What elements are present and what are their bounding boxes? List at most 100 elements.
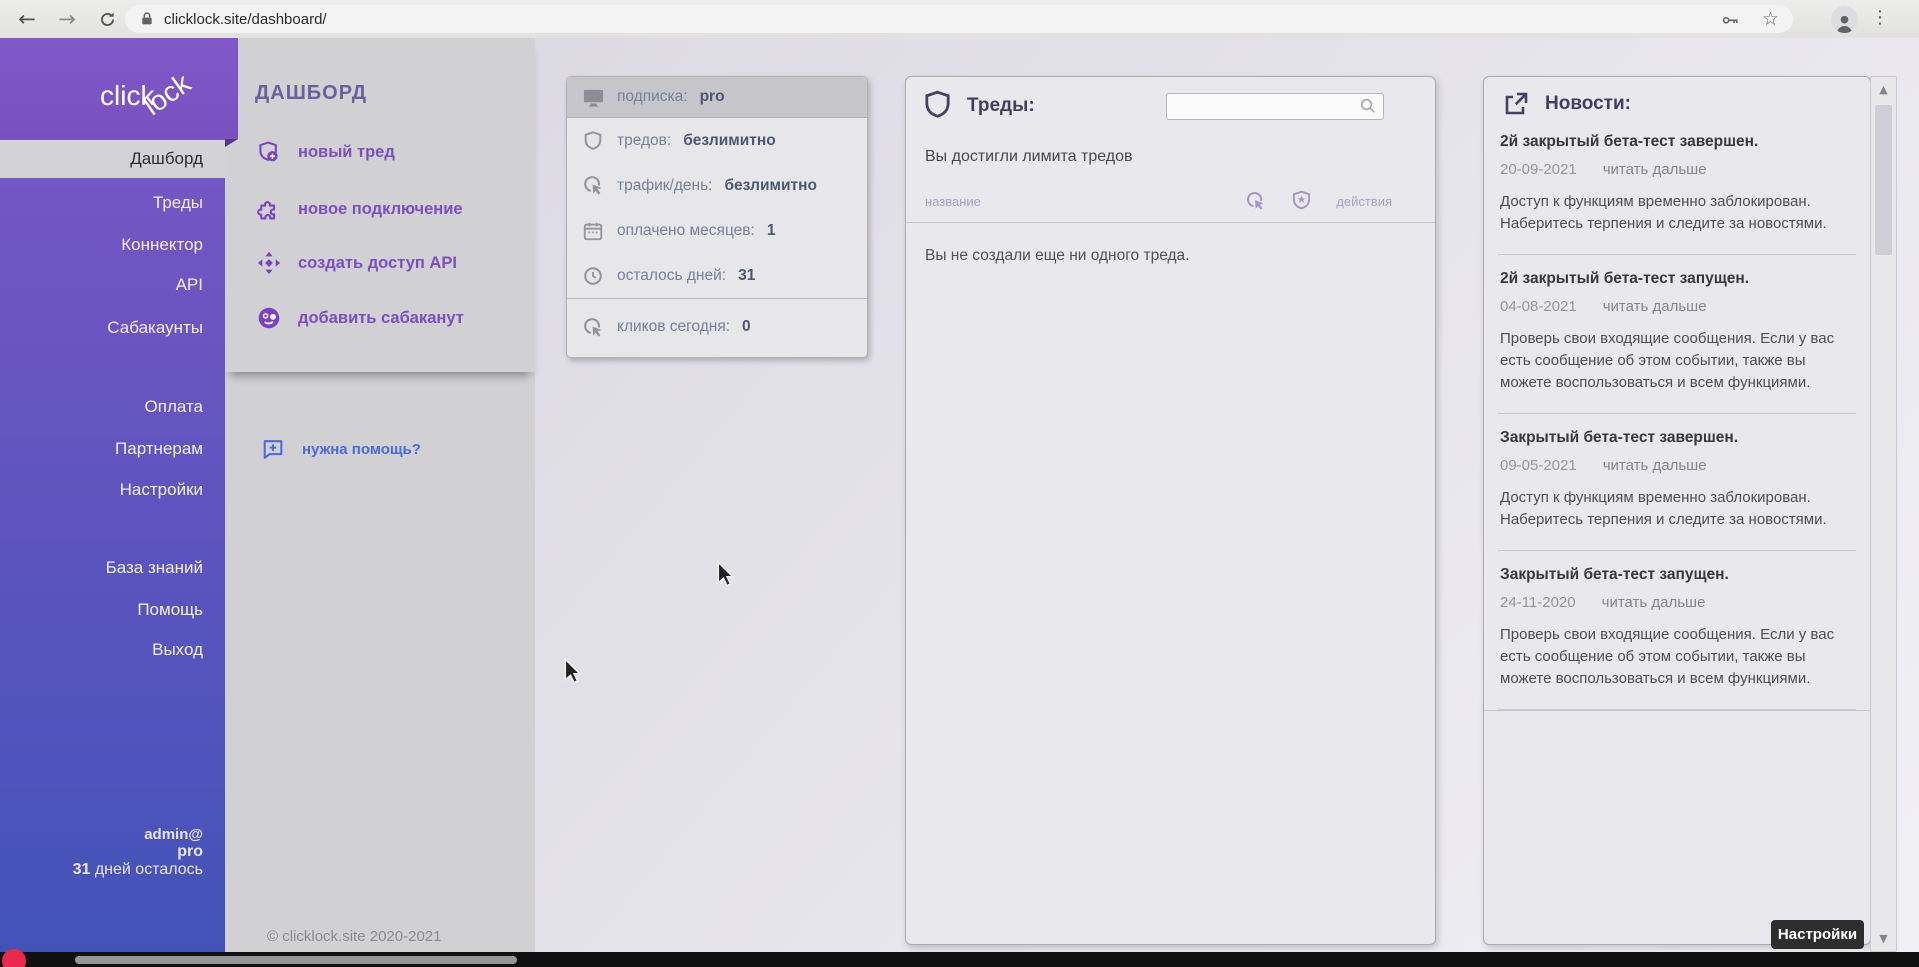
sidebar-item-connector[interactable]: Коннектор bbox=[0, 228, 225, 262]
read-more-link[interactable]: читать дальше bbox=[1603, 457, 1707, 474]
news-item-title: Закрытый бета-тест завершен. bbox=[1500, 429, 1854, 447]
news-item-date: 24-11-2020 bbox=[1500, 594, 1576, 611]
browser-menu-icon[interactable]: ⋮ bbox=[1871, 7, 1889, 28]
sidebar-item-dashboard[interactable]: Дашборд bbox=[0, 140, 225, 178]
news-item-date: 20-09-2021 bbox=[1500, 161, 1577, 178]
refresh-icon bbox=[98, 10, 117, 29]
logo-text-lock: lock bbox=[138, 67, 197, 122]
news-item-body: Проверь свои входящие сообщения. Если у … bbox=[1500, 328, 1854, 394]
read-more-link[interactable]: читать дальше bbox=[1603, 298, 1707, 315]
key-icon[interactable] bbox=[1721, 10, 1740, 29]
settings-tooltip[interactable]: Настройки bbox=[1771, 920, 1864, 949]
shield-star-column-icon bbox=[1291, 190, 1312, 212]
forward-button[interactable]: → bbox=[52, 4, 82, 34]
click-icon bbox=[581, 174, 605, 197]
need-help-link[interactable]: нужна помощь? bbox=[261, 437, 421, 462]
new-connection-button[interactable]: новое подключение bbox=[257, 195, 463, 223]
days-left-row: осталось дней: 31 bbox=[567, 253, 867, 298]
add-subaccount-button[interactable]: добавить сабаканут bbox=[257, 304, 464, 332]
threads-header: Треды: bbox=[923, 90, 1418, 122]
news-divider bbox=[1484, 710, 1870, 711]
news-title: Новости: bbox=[1545, 93, 1631, 115]
days-value: 31 bbox=[73, 861, 91, 878]
profile-avatar[interactable] bbox=[1831, 6, 1858, 33]
days-label: дней осталось bbox=[95, 861, 203, 878]
logo[interactable]: click lock bbox=[0, 38, 238, 139]
sidebar-item-subaccounts[interactable]: Сабакаунты bbox=[0, 311, 225, 345]
create-api-access-button[interactable]: создать доступ API bbox=[257, 249, 457, 277]
row-label: оплачено месяцев: bbox=[617, 222, 755, 240]
threads-limit-row: тредов: безлимитно bbox=[567, 118, 867, 163]
row-label: подписка: bbox=[617, 88, 688, 106]
subscription-card: подписка: pro тредов: безлимитно трафик/… bbox=[566, 76, 868, 358]
mouse-cursor bbox=[716, 561, 738, 592]
move-arrows-icon bbox=[257, 249, 281, 277]
row-label: кликов сегодня: bbox=[617, 318, 730, 336]
news-item-body: Доступ к функциям временно заблокирован.… bbox=[1500, 487, 1854, 531]
sidebar-item-threads[interactable]: Треды bbox=[0, 186, 225, 220]
shield-icon bbox=[923, 90, 952, 122]
shield-icon bbox=[581, 130, 605, 152]
search-icon bbox=[1359, 97, 1377, 115]
page-scrollbar[interactable]: ▲ ▼ bbox=[1870, 76, 1897, 952]
news-item-date: 04-08-2021 bbox=[1500, 298, 1577, 315]
page-title: ДАШБОРД bbox=[255, 82, 367, 105]
scroll-down-arrow[interactable]: ▼ bbox=[1871, 932, 1896, 945]
sidebar-item-logout[interactable]: Выход bbox=[0, 633, 225, 667]
thread-search[interactable] bbox=[1166, 93, 1384, 120]
sidebar-item-settings[interactable]: Настройки bbox=[0, 473, 225, 507]
read-more-link[interactable]: читать дальше bbox=[1602, 594, 1706, 611]
action-label: новое подключение bbox=[298, 200, 463, 219]
news-item: 2й закрытый бета-тест завершен. 20-09-20… bbox=[1498, 118, 1856, 255]
thread-search-input[interactable] bbox=[1173, 98, 1359, 114]
news-item: Закрытый бета-тест запущен. 24-11-2020 ч… bbox=[1498, 551, 1856, 710]
traffic-row: трафик/день: безлимитно bbox=[567, 163, 867, 208]
row-value: 1 bbox=[767, 222, 776, 240]
recording-dot bbox=[2, 949, 26, 967]
sidebar-item-partners[interactable]: Партнерам bbox=[0, 432, 225, 466]
row-value: 0 bbox=[742, 318, 751, 336]
action-label: добавить сабаканут bbox=[298, 309, 464, 328]
new-thread-button[interactable]: новый тред bbox=[257, 138, 395, 166]
news-item-body: Доступ к функциям временно заблокирован.… bbox=[1500, 191, 1854, 235]
threads-table-header: название действия bbox=[923, 190, 1418, 212]
external-link-icon bbox=[1502, 90, 1530, 118]
copyright-footer: © clicklock.site 2020-2021 bbox=[267, 928, 441, 945]
user-plan: pro bbox=[73, 843, 203, 861]
table-divider bbox=[906, 222, 1435, 223]
row-label: тредов: bbox=[617, 132, 671, 150]
progress-scrubber[interactable] bbox=[75, 956, 517, 964]
news-header: Новости: bbox=[1498, 90, 1856, 118]
action-label: создать доступ API bbox=[298, 254, 457, 273]
scroll-up-arrow[interactable]: ▲ bbox=[1871, 83, 1896, 96]
news-item-title: 2й закрытый бета-тест завершен. bbox=[1500, 133, 1854, 151]
column-name: название bbox=[925, 194, 981, 209]
clicks-today-section: кликов сегодня: 0 bbox=[567, 298, 867, 357]
news-panel: Новости: 2й закрытый бета-тест завершен.… bbox=[1483, 76, 1871, 945]
user-email: admin@ bbox=[73, 826, 203, 843]
read-more-link[interactable]: читать дальше bbox=[1603, 161, 1707, 178]
scrollbar-thumb[interactable] bbox=[1875, 105, 1892, 255]
news-item: 2й закрытый бета-тест запущен. 04-08-202… bbox=[1498, 255, 1856, 414]
subscription-header-row: подписка: pro bbox=[567, 77, 867, 118]
mouse-cursor bbox=[563, 658, 585, 689]
sidebar-item-api[interactable]: API bbox=[0, 268, 225, 302]
sidebar-item-knowledge-base[interactable]: База знаний bbox=[0, 551, 225, 585]
help-label: нужна помощь? bbox=[302, 441, 421, 458]
bookmark-star-icon[interactable]: ☆ bbox=[1762, 10, 1779, 29]
threads-title: Треды: bbox=[967, 95, 1035, 117]
news-item-date: 09-05-2021 bbox=[1500, 457, 1577, 474]
threads-empty-message: Вы не создали еще ни одного треда. bbox=[923, 247, 1418, 265]
address-bar[interactable]: clicklock.site/dashboard/ ☆ bbox=[125, 5, 1793, 33]
back-button[interactable]: ← bbox=[12, 4, 42, 34]
refresh-button[interactable] bbox=[92, 4, 122, 34]
row-value: 31 bbox=[738, 267, 755, 285]
sidebar-item-help[interactable]: Помощь bbox=[0, 593, 225, 627]
news-item: Закрытый бета-тест завершен. 09-05-2021 … bbox=[1498, 414, 1856, 551]
row-label: трафик/день: bbox=[617, 177, 712, 195]
logo-ribbon-fold bbox=[225, 139, 238, 147]
sidebar-item-payment[interactable]: Оплата bbox=[0, 390, 225, 424]
news-item-body: Проверь свои входящие сообщения. Если у … bbox=[1500, 624, 1854, 690]
puzzle-icon bbox=[257, 195, 281, 223]
screen: ← → clicklock.site/dashboard/ bbox=[0, 0, 1919, 967]
